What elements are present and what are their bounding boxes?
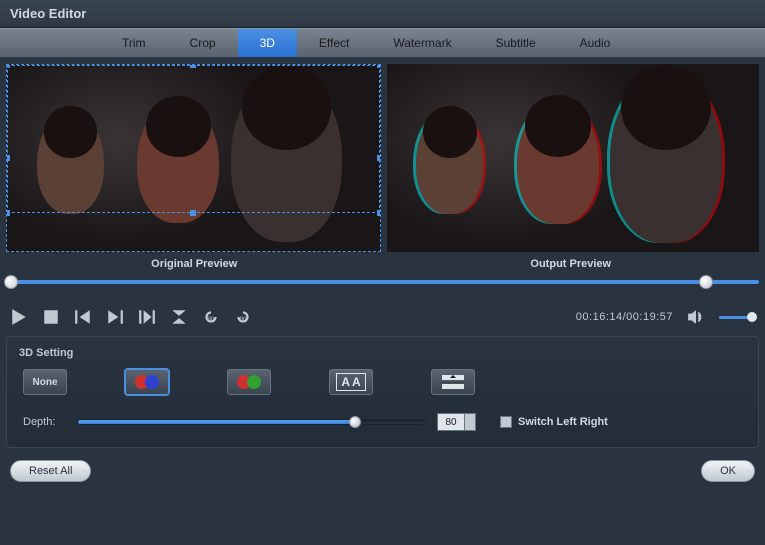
- crop-handle[interactable]: [377, 210, 381, 216]
- tab-audio[interactable]: Audio: [558, 29, 633, 57]
- volume-slider[interactable]: [719, 316, 755, 319]
- play-button[interactable]: [10, 308, 28, 326]
- rotate-ccw-button[interactable]: 90: [202, 308, 220, 326]
- svg-text:90: 90: [208, 316, 214, 322]
- reset-all-button[interactable]: Reset All: [10, 460, 91, 482]
- next-frame-button[interactable]: [106, 308, 124, 326]
- tab-watermark[interactable]: Watermark: [371, 29, 473, 57]
- crop-handle[interactable]: [6, 210, 10, 216]
- crop-handle[interactable]: [190, 210, 196, 216]
- timecode: 00:16:14/00:19:57: [576, 311, 673, 323]
- tab-effect[interactable]: Effect: [297, 29, 371, 57]
- switch-lr-label: Switch Left Right: [518, 416, 608, 428]
- crop-handle[interactable]: [6, 155, 10, 161]
- marker-button[interactable]: [170, 308, 188, 326]
- output-preview: [387, 64, 760, 252]
- titlebar: Video Editor: [0, 0, 765, 28]
- crop-handle[interactable]: [377, 155, 381, 161]
- topbottom-icon: [440, 375, 466, 389]
- ok-button[interactable]: OK: [701, 460, 755, 482]
- crop-handle[interactable]: [377, 64, 381, 68]
- depth-spinner[interactable]: ▲▼: [437, 413, 476, 431]
- mode-anaglyph-redgreen-button[interactable]: [227, 369, 271, 395]
- timeline[interactable]: [0, 280, 765, 294]
- tab-trim[interactable]: Trim: [100, 29, 168, 57]
- mode-topbottom-button[interactable]: [431, 369, 475, 395]
- mode-sidebyside-button[interactable]: AA: [329, 369, 373, 395]
- tab-subtitle[interactable]: Subtitle: [474, 29, 558, 57]
- checkbox-icon: [500, 416, 512, 428]
- tab-3d[interactable]: 3D: [238, 29, 297, 57]
- timeline-thumb-start[interactable]: [4, 275, 18, 289]
- mode-none-button[interactable]: None: [23, 369, 67, 395]
- depth-value-input[interactable]: [438, 414, 464, 430]
- playback-controls: 90 90 00:16:14/00:19:57: [0, 294, 765, 336]
- step-button[interactable]: [138, 308, 156, 326]
- volume-icon[interactable]: [687, 308, 705, 326]
- settings-title: 3D Setting: [19, 347, 746, 359]
- sidebyside-icon: AA: [336, 373, 365, 391]
- tabbar: Trim Crop 3D Effect Watermark Subtitle A…: [0, 28, 765, 58]
- depth-slider-thumb[interactable]: [349, 416, 361, 428]
- depth-row: Depth: ▲▼ Switch Left Right: [19, 413, 746, 431]
- spin-up-button[interactable]: ▲: [465, 414, 475, 422]
- spin-down-button[interactable]: ▼: [465, 422, 475, 430]
- output-preview-label: Output Preview: [383, 258, 760, 270]
- footer: Reset All OK: [0, 448, 765, 494]
- stop-button[interactable]: [42, 308, 60, 326]
- crop-handle[interactable]: [190, 64, 196, 68]
- tab-crop[interactable]: Crop: [168, 29, 238, 57]
- original-preview[interactable]: [6, 64, 381, 252]
- 3d-mode-row: None AA: [19, 369, 746, 413]
- depth-slider[interactable]: [77, 419, 425, 425]
- original-preview-label: Original Preview: [6, 258, 383, 270]
- depth-label: Depth:: [23, 416, 65, 428]
- preview-area: [0, 58, 765, 252]
- crop-handle[interactable]: [6, 64, 10, 68]
- 3d-setting-panel: 3D Setting None AA Depth: ▲▼ Switch Left…: [6, 336, 759, 448]
- rotate-cw-button[interactable]: 90: [234, 308, 252, 326]
- switch-lr-checkbox[interactable]: Switch Left Right: [500, 416, 608, 428]
- mode-anaglyph-redblue-button[interactable]: [125, 369, 169, 395]
- prev-frame-button[interactable]: [74, 308, 92, 326]
- svg-text:90: 90: [240, 316, 246, 322]
- timeline-thumb-playhead[interactable]: [699, 275, 713, 289]
- window-title: Video Editor: [10, 6, 86, 21]
